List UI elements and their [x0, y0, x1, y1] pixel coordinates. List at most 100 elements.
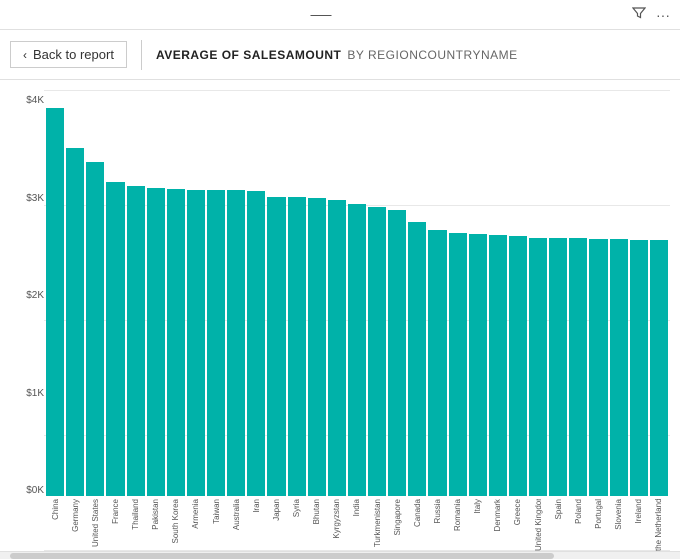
x-axis-label: Romania	[453, 499, 462, 531]
bar-wrapper[interactable]	[388, 95, 406, 496]
y-axis-label: $0K	[26, 485, 44, 496]
bar	[650, 240, 668, 496]
y-axis-label: $1K	[26, 388, 44, 399]
bar	[267, 197, 285, 496]
bar	[247, 191, 265, 496]
x-axis-label: Portugal	[594, 499, 603, 529]
bar-wrapper[interactable]	[167, 95, 185, 496]
bar	[288, 197, 306, 496]
x-label-wrapper: South Korea	[167, 496, 185, 551]
bar-wrapper[interactable]	[46, 95, 64, 496]
y-axis-label: $2K	[26, 290, 44, 301]
bar-wrapper[interactable]	[630, 95, 648, 496]
bar-wrapper[interactable]	[66, 95, 84, 496]
bar	[227, 190, 245, 496]
x-label-wrapper: Spain	[549, 496, 567, 551]
bar-wrapper[interactable]	[408, 95, 426, 496]
bar-wrapper[interactable]	[569, 95, 587, 496]
bar-wrapper[interactable]	[267, 95, 285, 496]
bar-wrapper[interactable]	[589, 95, 607, 496]
bar-wrapper[interactable]	[489, 95, 507, 496]
bar	[308, 198, 326, 496]
more-icon[interactable]: ···	[656, 7, 670, 23]
x-axis-label: France	[111, 499, 120, 524]
bar-wrapper[interactable]	[449, 95, 467, 496]
bar-wrapper[interactable]	[509, 95, 527, 496]
x-axis-label: Kyrgyzstan	[332, 499, 341, 539]
y-axis-label: $3K	[26, 193, 44, 204]
bar-wrapper[interactable]	[368, 95, 386, 496]
x-axis-label: United States	[91, 499, 100, 547]
x-axis-label: Italy	[473, 499, 482, 514]
bar-wrapper[interactable]	[348, 95, 366, 496]
bar-wrapper[interactable]	[86, 95, 104, 496]
bar-wrapper[interactable]	[127, 95, 145, 496]
x-axis-label: Japan	[272, 499, 281, 521]
x-label-wrapper: China	[46, 496, 64, 551]
bar-wrapper[interactable]	[227, 95, 245, 496]
x-label-wrapper: Japan	[267, 496, 285, 551]
x-label-wrapper: Canada	[408, 496, 426, 551]
x-axis: China Germany United States France Thailand P…	[46, 496, 668, 551]
x-label-wrapper: India	[348, 496, 366, 551]
back-to-report-button[interactable]: ‹ Back to report	[10, 41, 127, 68]
x-axis-label: Singapore	[393, 499, 402, 535]
x-axis-label: Turkmenistan	[373, 499, 382, 547]
scrollbar-thumb[interactable]	[10, 553, 554, 559]
x-axis-label: Russia	[433, 499, 442, 523]
bar-wrapper[interactable]	[328, 95, 346, 496]
bar-wrapper[interactable]	[147, 95, 165, 496]
toolbar-right: ···	[632, 6, 670, 23]
header-divider	[141, 40, 142, 70]
bar-wrapper[interactable]	[288, 95, 306, 496]
x-axis-label: India	[352, 499, 361, 516]
bar-wrapper[interactable]	[207, 95, 225, 496]
x-label-wrapper: Ireland	[630, 496, 648, 551]
bar-wrapper[interactable]	[549, 95, 567, 496]
bar	[469, 234, 487, 496]
bar-wrapper[interactable]	[650, 95, 668, 496]
x-label-wrapper: United Kingdom	[529, 496, 547, 551]
x-label-wrapper: Slovenia	[610, 496, 628, 551]
x-axis-label: Denmark	[493, 499, 502, 531]
bar	[589, 239, 607, 496]
bar-wrapper[interactable]	[187, 95, 205, 496]
bottom-scrollbar[interactable]	[0, 551, 680, 559]
x-axis-label: Ireland	[634, 499, 643, 523]
x-axis-label: Bhutan	[312, 499, 321, 524]
x-axis-label: Pakistan	[151, 499, 160, 530]
bar	[127, 186, 145, 496]
bar-wrapper[interactable]	[469, 95, 487, 496]
hamburger-icon: ⎯⎯⎯	[311, 6, 332, 23]
bar-wrapper[interactable]	[106, 95, 124, 496]
x-axis-label: the Netherlands	[654, 499, 663, 551]
x-axis-label: Germany	[71, 499, 80, 532]
x-label-wrapper: Kyrgyzstan	[328, 496, 346, 551]
bar	[630, 240, 648, 496]
x-label-wrapper: Singapore	[388, 496, 406, 551]
bar	[328, 200, 346, 496]
x-axis-label: Thailand	[131, 499, 140, 530]
bar-wrapper[interactable]	[428, 95, 446, 496]
x-axis-label: Canada	[413, 499, 422, 527]
bar	[388, 210, 406, 496]
filter-icon[interactable]	[632, 6, 646, 23]
bar	[147, 188, 165, 496]
bar-wrapper[interactable]	[247, 95, 265, 496]
bar	[428, 230, 446, 496]
x-axis-label: Syria	[292, 499, 301, 517]
chart-area: $4K$3K$2K$1K$0K ChinaGermanyUnited State…	[0, 80, 680, 551]
bar-wrapper[interactable]	[308, 95, 326, 496]
y-axis: $4K$3K$2K$1K$0K	[10, 90, 44, 551]
x-axis-label: Slovenia	[614, 499, 623, 530]
x-label-wrapper: Greece	[509, 496, 527, 551]
bar	[549, 238, 567, 496]
bar	[207, 190, 225, 496]
bar	[368, 207, 386, 496]
x-axis-label: United Kingdom	[534, 499, 543, 551]
bar	[408, 222, 426, 496]
bar	[66, 148, 84, 496]
bar-wrapper[interactable]	[610, 95, 628, 496]
bar-wrapper[interactable]	[529, 95, 547, 496]
x-axis-label: Armenia	[191, 499, 200, 529]
